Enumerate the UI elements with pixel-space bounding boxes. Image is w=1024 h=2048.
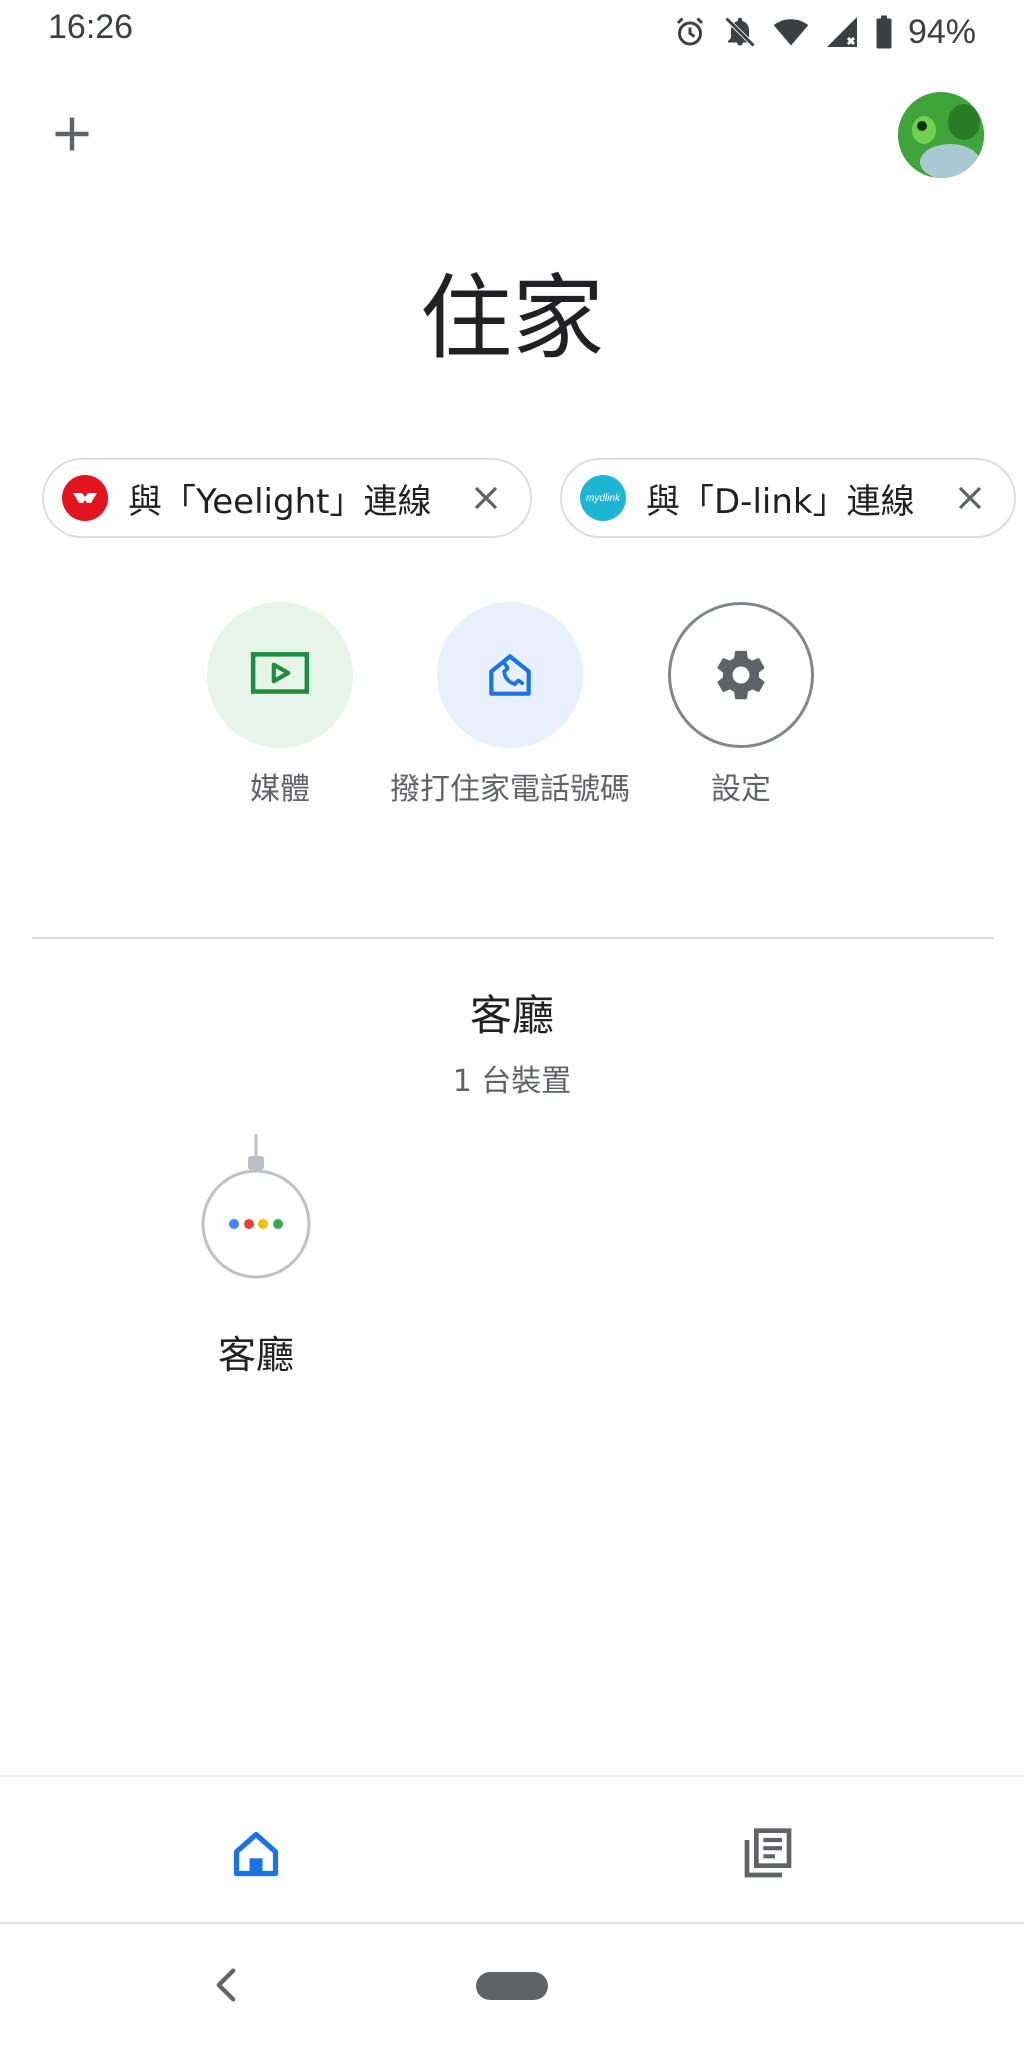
device-label: 客廳 (217, 1333, 294, 1377)
wifi-icon (772, 14, 810, 50)
settings-action-label: 設定 (711, 772, 771, 807)
battery-percentage: 94% (907, 12, 976, 51)
status-icons: 94% (672, 8, 976, 56)
home-pill-button[interactable] (476, 1972, 548, 2000)
device-tile[interactable]: 客廳 (176, 1134, 336, 1379)
status-time: 16:26 (48, 8, 134, 46)
yeelight-logo-icon (62, 475, 108, 521)
media-action-label: 媒體 (250, 772, 310, 807)
page-title: 住家 (419, 265, 604, 372)
media-icon (250, 652, 310, 694)
system-nav-divider (0, 1922, 1024, 1924)
room-device-count: 1 台裝置 (452, 1064, 572, 1099)
close-icon[interactable] (952, 480, 988, 516)
bottom-nav-divider (0, 1775, 1024, 1777)
home-icon (233, 1831, 279, 1877)
chip-label: 與「D-link」連線 (646, 481, 915, 522)
back-chevron-icon (216, 1968, 236, 2002)
chip-link-yeelight[interactable]: 與「Yeelight」連線 (42, 458, 532, 538)
settings-action-circle (668, 602, 814, 748)
smart-speaker-icon (201, 1134, 311, 1279)
alarm-icon (672, 14, 708, 50)
battery-icon (874, 14, 894, 50)
call-home-action-label: 撥打住家電話號碼 (390, 772, 630, 807)
call-home-action[interactable]: 撥打住家電話號碼 (390, 602, 630, 812)
media-action-circle (207, 602, 353, 748)
settings-action[interactable]: 設定 (621, 602, 861, 812)
call-home-action-circle (437, 602, 583, 748)
nav-home-tab[interactable] (218, 1816, 294, 1892)
feed-icon (744, 1828, 792, 1878)
plus-icon (55, 117, 89, 151)
media-action[interactable]: 媒體 (160, 602, 400, 812)
avatar[interactable] (898, 92, 984, 178)
mydlink-logo-icon: mydlink (580, 475, 626, 521)
notifications-off-icon (722, 14, 758, 50)
chip-label: 與「Yeelight」連線 (128, 481, 432, 522)
gear-icon (717, 650, 765, 700)
home-phone-icon (489, 654, 531, 696)
divider (32, 937, 994, 939)
back-button[interactable] (206, 1960, 246, 2010)
close-icon[interactable] (468, 480, 504, 516)
add-button[interactable] (44, 106, 100, 162)
room-title: 客廳 (469, 991, 554, 1040)
cell-signal-icon (824, 14, 860, 50)
chip-link-dlink[interactable]: mydlink 與「D-link」連線 (560, 458, 1016, 538)
nav-feed-tab[interactable] (730, 1816, 806, 1892)
